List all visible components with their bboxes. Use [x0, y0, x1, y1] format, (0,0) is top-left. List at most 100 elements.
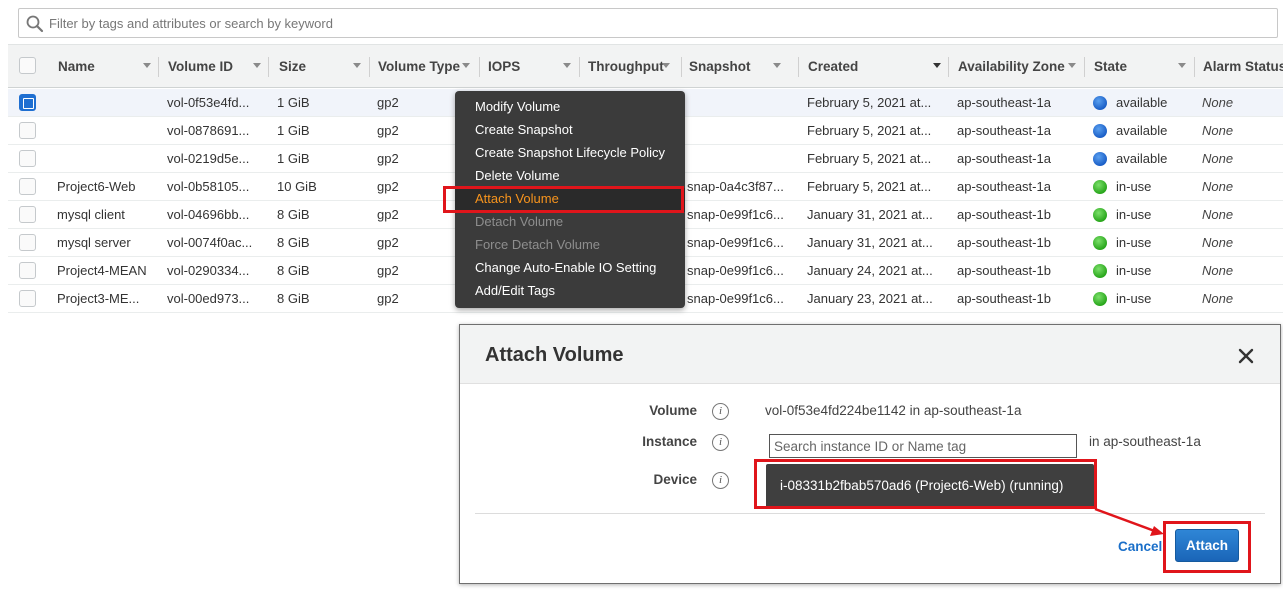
column-header-iops[interactable]: IOPS: [488, 45, 578, 88]
column-header-snapshot[interactable]: Snapshot: [689, 45, 789, 88]
device-label: Device: [653, 472, 697, 487]
select-all-checkbox[interactable]: [19, 57, 36, 74]
cell-name: mysql server: [57, 235, 131, 250]
cell-az: ap-southeast-1b: [957, 263, 1051, 278]
highlight-box-instance-option: [754, 459, 1097, 509]
caret-down-icon: [253, 63, 261, 68]
menu-item-delete-volume[interactable]: Delete Volume: [475, 166, 560, 186]
cell-name: mysql client: [57, 207, 125, 222]
filter-search-input[interactable]: [47, 12, 1267, 34]
cell-az: ap-southeast-1b: [957, 207, 1051, 222]
dialog-header: Attach Volume: [460, 325, 1280, 384]
cell-type: gp2: [377, 235, 399, 250]
dialog-divider: [475, 513, 1265, 514]
cell-snapshot: snap-0e99f1c6...: [687, 235, 784, 250]
cell-created: February 5, 2021 at...: [807, 123, 932, 138]
caret-down-icon: [1068, 63, 1076, 68]
caret-down-icon: [1178, 63, 1186, 68]
column-divider: [798, 57, 799, 77]
column-header-throughput[interactable]: Throughput: [588, 45, 680, 88]
cell-state: in-use: [1116, 291, 1152, 306]
menu-item-create-snapshot-lifecycle-policy[interactable]: Create Snapshot Lifecycle Policy: [475, 143, 665, 163]
info-icon[interactable]: i: [712, 403, 729, 420]
cell-type: gp2: [377, 95, 399, 110]
search-icon: [26, 15, 44, 33]
column-header-alarm-status[interactable]: Alarm Status: [1203, 45, 1283, 88]
cell-state: available: [1116, 95, 1168, 110]
cell-size: 10 GiB: [277, 179, 317, 194]
column-header-label: Size: [279, 59, 307, 74]
cell-size: 8 GiB: [277, 207, 310, 222]
cell-volume-id: vol-0290334...: [167, 263, 250, 278]
cell-name: Project4-MEAN: [57, 263, 147, 278]
cell-state: available: [1116, 123, 1168, 138]
filter-search-bar[interactable]: [18, 8, 1278, 38]
caret-down-icon: [353, 63, 361, 68]
column-header-volume-type[interactable]: Volume Type: [378, 45, 478, 88]
status-available-icon: [1093, 124, 1107, 138]
cell-state: in-use: [1116, 207, 1152, 222]
menu-item-force-detach-volume: Force Detach Volume: [475, 237, 601, 252]
column-header-volume-id[interactable]: Volume ID: [168, 45, 268, 88]
cancel-button[interactable]: Cancel: [1118, 539, 1162, 554]
caret-down-icon: [462, 63, 470, 68]
cell-type: gp2: [377, 291, 399, 306]
menu-item-add-edit-tags[interactable]: Add/Edit Tags: [475, 281, 555, 301]
column-header-label: Snapshot: [689, 59, 751, 74]
cell-size: 8 GiB: [277, 263, 310, 278]
cell-az: ap-southeast-1a: [957, 179, 1051, 194]
cell-name: [57, 117, 157, 144]
cell-state: in-use: [1116, 235, 1152, 250]
cell-snapshot: snap-0e99f1c6...: [687, 207, 784, 222]
cell-name: [57, 145, 157, 172]
column-divider: [479, 57, 480, 77]
cell-created: January 23, 2021 at...: [807, 291, 933, 306]
row-checkbox[interactable]: [19, 150, 36, 167]
volume-label: Volume: [649, 403, 697, 418]
row-checkbox[interactable]: [19, 234, 36, 251]
cell-az: ap-southeast-1b: [957, 291, 1051, 306]
column-header-state[interactable]: State: [1094, 45, 1194, 88]
row-checkbox[interactable]: [19, 94, 36, 111]
column-header-size[interactable]: Size: [279, 45, 369, 88]
column-header-label: IOPS: [488, 59, 521, 74]
cell-snapshot: snap-0a4c3f87...: [687, 179, 784, 194]
status-available-icon: [1093, 152, 1107, 166]
column-header-label: State: [1094, 59, 1128, 74]
column-header-label: Name: [58, 59, 95, 74]
cell-alarm-status: None: [1202, 235, 1234, 250]
row-checkbox[interactable]: [19, 122, 36, 139]
status-in-use-icon: [1093, 264, 1107, 278]
caret-down-icon: [662, 63, 670, 68]
status-in-use-icon: [1093, 292, 1107, 306]
dialog-title: Attach Volume: [485, 344, 624, 366]
row-checkbox[interactable]: [19, 178, 36, 195]
menu-item-change-auto-enable-io-setting[interactable]: Change Auto-Enable IO Setting: [475, 258, 656, 278]
menu-item-create-snapshot[interactable]: Create Snapshot: [475, 120, 573, 140]
cell-volume-id: vol-00ed973...: [167, 291, 250, 306]
column-divider: [158, 57, 159, 77]
column-divider: [1084, 57, 1085, 77]
cell-size: 1 GiB: [277, 95, 310, 110]
cell-type: gp2: [377, 151, 399, 166]
cell-size: 1 GiB: [277, 123, 310, 138]
info-icon[interactable]: i: [712, 434, 729, 451]
close-icon[interactable]: [1236, 346, 1256, 366]
row-checkbox[interactable]: [19, 290, 36, 307]
cell-volume-id: vol-0878691...: [167, 123, 250, 138]
row-checkbox[interactable]: [19, 206, 36, 223]
row-checkbox[interactable]: [19, 262, 36, 279]
column-header-availability-zone[interactable]: Availability Zone: [958, 45, 1083, 88]
menu-item-modify-volume[interactable]: Modify Volume: [475, 97, 560, 117]
highlight-box-attach-button: [1163, 521, 1251, 573]
column-header-created[interactable]: Created: [808, 45, 948, 88]
cell-volume-id: vol-0b58105...: [167, 179, 250, 194]
highlight-box-attach-volume-menu: [443, 186, 684, 213]
column-header-name[interactable]: Name: [58, 45, 158, 88]
info-icon[interactable]: i: [712, 472, 729, 489]
cell-size: 8 GiB: [277, 291, 310, 306]
column-header-label: Volume ID: [168, 59, 234, 74]
table-header: Name Volume ID Size Volume Type IOPS Thr…: [8, 44, 1283, 88]
caret-down-icon: [563, 63, 571, 68]
instance-search-input[interactable]: [769, 434, 1077, 458]
